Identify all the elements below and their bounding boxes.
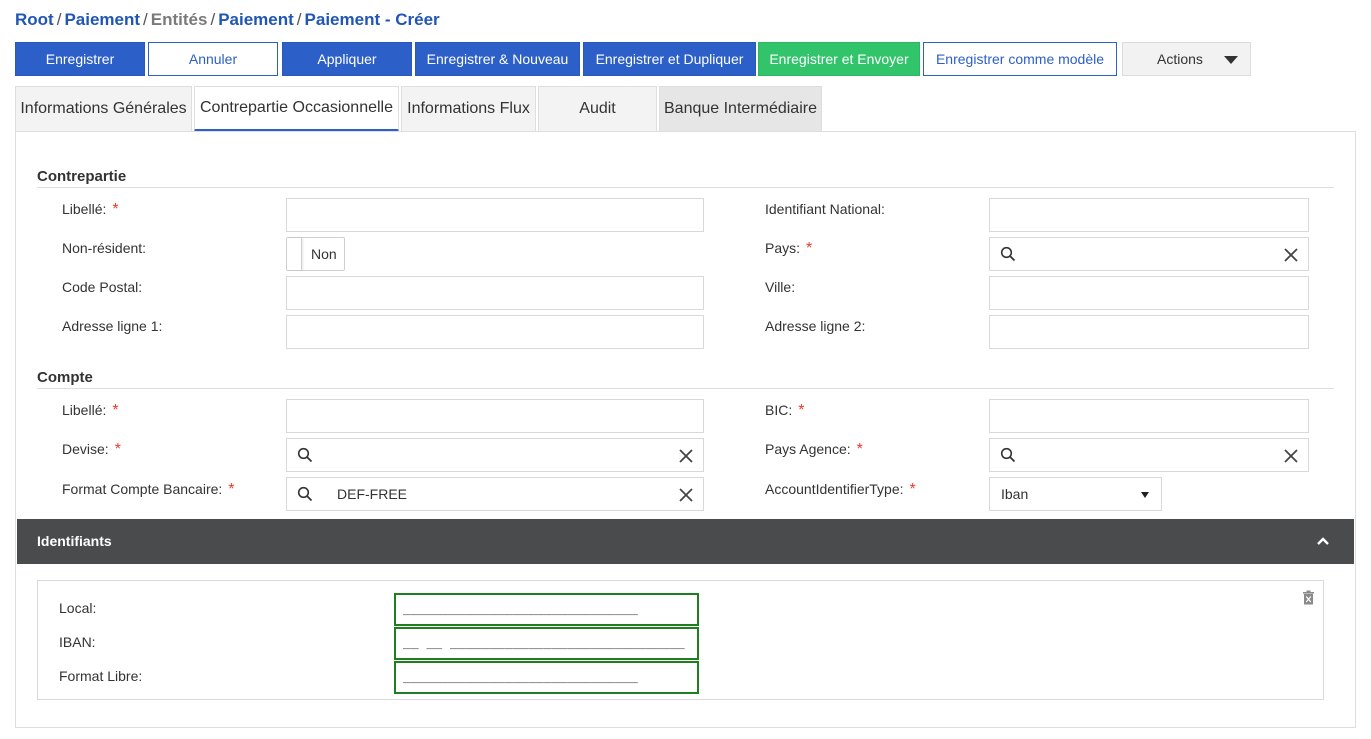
- search-icon: [1000, 246, 1016, 262]
- format-libre-label: Format Libre:: [59, 668, 143, 684]
- devise-label: Devise: *: [62, 441, 121, 458]
- section-title-contrepartie: Contrepartie: [37, 168, 127, 185]
- close-icon[interactable]: [677, 447, 695, 465]
- breadcrumb: Root / Paiement / Entités / Paiement / Paiement …: [15, 10, 440, 30]
- breadcrumb-paiement-entity[interactable]: Paiement: [218, 10, 294, 29]
- tab-banque-intermediaire[interactable]: Banque Intermédiaire: [659, 86, 822, 131]
- section-divider: [37, 388, 1334, 389]
- identifiant-national-label: Identifiant National:: [765, 201, 885, 217]
- adresse-ligne-2-label: Adresse ligne 2:: [765, 318, 866, 334]
- close-icon[interactable]: [1282, 447, 1300, 465]
- identifiant-national-input[interactable]: [989, 198, 1309, 232]
- local-input[interactable]: ______________________________: [394, 593, 699, 626]
- identifiants-header[interactable]: Identifiants: [17, 519, 1354, 564]
- libelle-label: Libellé: *: [62, 201, 119, 218]
- required-marker: *: [114, 441, 121, 458]
- code-postal-input[interactable]: [286, 276, 704, 310]
- actions-label: Actions: [1157, 51, 1203, 67]
- devise-search-input[interactable]: [286, 438, 704, 472]
- iban-label: IBAN:: [59, 634, 96, 650]
- breadcrumb-current: Paiement - Créer: [304, 10, 440, 29]
- format-compte-bancaire-input[interactable]: DEF-FREE: [286, 477, 704, 511]
- pays-label: Pays: *: [765, 240, 813, 257]
- format-compte-bancaire-value: DEF-FREE: [337, 486, 407, 502]
- required-marker: *: [112, 402, 119, 419]
- local-label: Local:: [59, 600, 97, 616]
- search-icon: [297, 447, 313, 463]
- tab-informations-generales[interactable]: Informations Générales: [15, 86, 192, 131]
- adresse-ligne-1-label: Adresse ligne 1:: [62, 318, 163, 334]
- close-icon[interactable]: [677, 486, 695, 504]
- chevron-up-icon[interactable]: [1316, 534, 1330, 548]
- tab-informations-flux[interactable]: Informations Flux: [401, 86, 536, 131]
- account-identifier-type-value: Iban: [1001, 486, 1029, 502]
- actions-dropdown[interactable]: Actions: [1122, 42, 1251, 76]
- ville-label: Ville:: [765, 279, 796, 295]
- required-marker: *: [228, 481, 235, 498]
- cancel-button[interactable]: Annuler: [148, 42, 278, 76]
- ville-input[interactable]: [989, 276, 1309, 310]
- breadcrumb-separator: /: [296, 10, 302, 29]
- libelle-input[interactable]: [286, 198, 704, 232]
- format-compte-bancaire-label: Format Compte Bancaire: *: [62, 481, 235, 498]
- required-marker: *: [112, 201, 119, 218]
- required-marker: *: [806, 240, 813, 257]
- breadcrumb-separator: /: [56, 10, 62, 29]
- breadcrumb-paiement[interactable]: Paiement: [64, 10, 140, 29]
- breadcrumb-separator: /: [210, 10, 216, 29]
- caret-down-icon: [1141, 492, 1149, 498]
- tab-audit[interactable]: Audit: [538, 86, 657, 131]
- account-identifier-type-label: AccountIdentifierType: *: [765, 481, 916, 498]
- account-identifier-type-select[interactable]: Iban: [989, 477, 1162, 511]
- trash-icon[interactable]: [1302, 590, 1315, 605]
- save-and-send-button[interactable]: Enregistrer et Envoyer: [758, 42, 920, 76]
- bic-label: BIC: *: [765, 402, 805, 419]
- save-as-template-button[interactable]: Enregistrer comme modèle: [923, 42, 1117, 76]
- adresse-ligne-1-input[interactable]: [286, 315, 704, 349]
- adresse-ligne-2-input[interactable]: [989, 315, 1309, 349]
- pays-agence-label: Pays Agence: *: [765, 441, 863, 458]
- required-marker: *: [856, 441, 863, 458]
- non-resident-label: Non-résident:: [62, 240, 147, 256]
- save-and-new-button[interactable]: Enregistrer & Nouveau: [415, 42, 580, 76]
- required-marker: *: [798, 402, 805, 419]
- identifiants-title: Identifiants: [37, 533, 112, 549]
- save-and-duplicate-button[interactable]: Enregistrer et Dupliquer: [583, 42, 756, 76]
- apply-button[interactable]: Appliquer: [282, 42, 412, 76]
- tab-contrepartie-occasionnelle[interactable]: Contrepartie Occasionnelle: [194, 86, 399, 132]
- breadcrumb-separator: /: [143, 10, 148, 29]
- section-divider: [37, 187, 1334, 188]
- pays-search-input[interactable]: [989, 237, 1309, 271]
- non-resident-toggle[interactable]: Non: [286, 237, 345, 271]
- bic-input[interactable]: [989, 399, 1309, 433]
- toggle-state-label: Non: [311, 246, 337, 262]
- code-postal-label: Code Postal:: [62, 279, 143, 295]
- iban-input[interactable]: __ __ ______________________________: [394, 627, 699, 660]
- search-icon: [1000, 447, 1016, 463]
- section-title-compte: Compte: [37, 369, 93, 386]
- close-icon[interactable]: [1282, 246, 1300, 264]
- format-libre-input[interactable]: ______________________________: [394, 661, 699, 694]
- toggle-knob: [287, 238, 302, 270]
- breadcrumb-root[interactable]: Root: [15, 10, 54, 29]
- caret-down-icon: [1224, 56, 1238, 64]
- required-marker: *: [909, 481, 916, 498]
- save-button[interactable]: Enregistrer: [15, 42, 145, 76]
- compte-libelle-label: Libellé: *: [62, 402, 119, 419]
- compte-libelle-input[interactable]: [286, 399, 704, 433]
- pays-agence-search-input[interactable]: [989, 438, 1309, 472]
- search-icon: [297, 486, 313, 502]
- breadcrumb-entites: Entités: [150, 10, 208, 29]
